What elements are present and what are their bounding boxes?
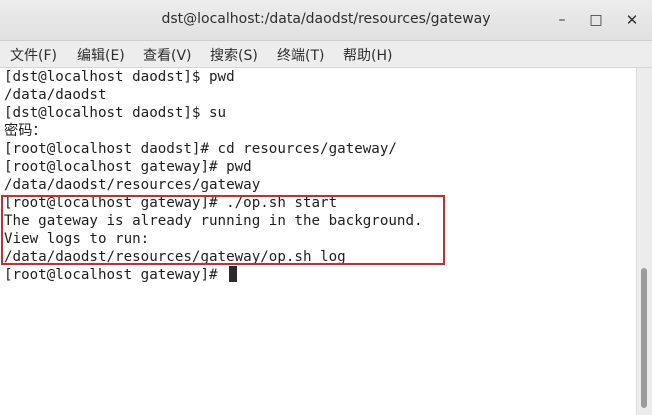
terminal-line: [root@localhost gateway]# pwd [4,159,252,175]
terminal-window: dst@localhost:/data/daodst/resources/gat… [0,0,652,415]
scrollbar-thumb[interactable] [641,268,647,408]
vertical-scrollbar[interactable] [636,68,652,415]
text-cursor [229,266,238,282]
menu-search[interactable]: 搜索(S) [210,45,258,65]
maximize-button[interactable]: □ [586,10,606,30]
terminal-line: [root@localhost daodst]# cd resources/ga… [4,141,397,157]
minimize-button[interactable]: – [552,10,572,30]
highlight-box [1,195,445,265]
menu-terminal[interactable]: 终端(T) [277,45,324,65]
terminal-line: /data/daodst [4,87,107,103]
terminal-line: [dst@localhost daodst]$ pwd [4,69,235,85]
terminal-prompt-line: [root@localhost gateway]# [4,266,238,284]
menu-file[interactable]: 文件(F) [10,45,57,65]
menu-bar: 文件(F) 编辑(E) 查看(V) 搜索(S) 终端(T) 帮助(H) [0,41,652,68]
close-button[interactable]: ✕ [622,10,642,30]
terminal-line: 密码： [4,123,47,139]
title-bar[interactable]: dst@localhost:/data/daodst/resources/gat… [0,0,652,41]
menu-edit[interactable]: 编辑(E) [77,45,125,65]
terminal-output[interactable]: [dst@localhost daodst]$ pwd /data/daodst… [0,68,636,415]
terminal-line: [dst@localhost daodst]$ su [4,105,227,121]
terminal-line: /data/daodst/resources/gateway [4,177,261,193]
menu-help[interactable]: 帮助(H) [343,45,392,65]
menu-view[interactable]: 查看(V) [143,45,192,65]
prompt-text: [root@localhost gateway]# [4,267,227,283]
